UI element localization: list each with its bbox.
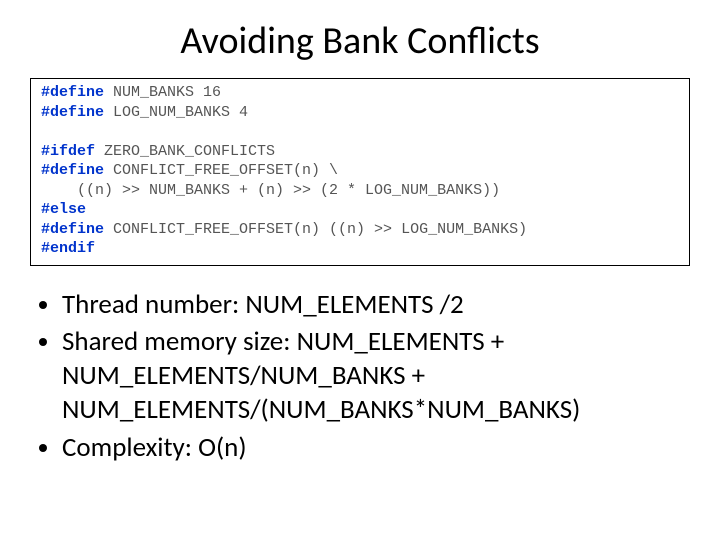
- code-text: LOG_NUM_BANKS 4: [104, 104, 248, 121]
- keyword: #define: [41, 221, 104, 238]
- keyword: #else: [41, 201, 86, 218]
- keyword: #ifdef: [41, 143, 95, 160]
- code-text: ((n) >> NUM_BANKS + (n) >> (2 * LOG_NUM_…: [41, 182, 500, 199]
- slide: Avoiding Bank Conflicts #define NUM_BANK…: [0, 0, 720, 488]
- slide-title: Avoiding Bank Conflicts: [30, 18, 690, 64]
- code-text: ZERO_BANK_CONFLICTS: [95, 143, 275, 160]
- keyword: #endif: [41, 240, 95, 257]
- bullet-item: Complexity: O(n): [62, 431, 690, 465]
- bullet-list: Thread number: NUM_ELEMENTS /2 Shared me…: [30, 288, 690, 465]
- keyword: #define: [41, 162, 104, 179]
- code-text: CONFLICT_FREE_OFFSET(n) ((n) >> LOG_NUM_…: [104, 221, 527, 238]
- bullet-item: Shared memory size: NUM_ELEMENTS + NUM_E…: [62, 325, 690, 426]
- code-block: #define NUM_BANKS 16 #define LOG_NUM_BAN…: [30, 78, 690, 266]
- keyword: #define: [41, 104, 104, 121]
- keyword: #define: [41, 84, 104, 101]
- code-text: NUM_BANKS 16: [104, 84, 221, 101]
- code-text: CONFLICT_FREE_OFFSET(n) \: [104, 162, 338, 179]
- bullet-item: Thread number: NUM_ELEMENTS /2: [62, 288, 690, 322]
